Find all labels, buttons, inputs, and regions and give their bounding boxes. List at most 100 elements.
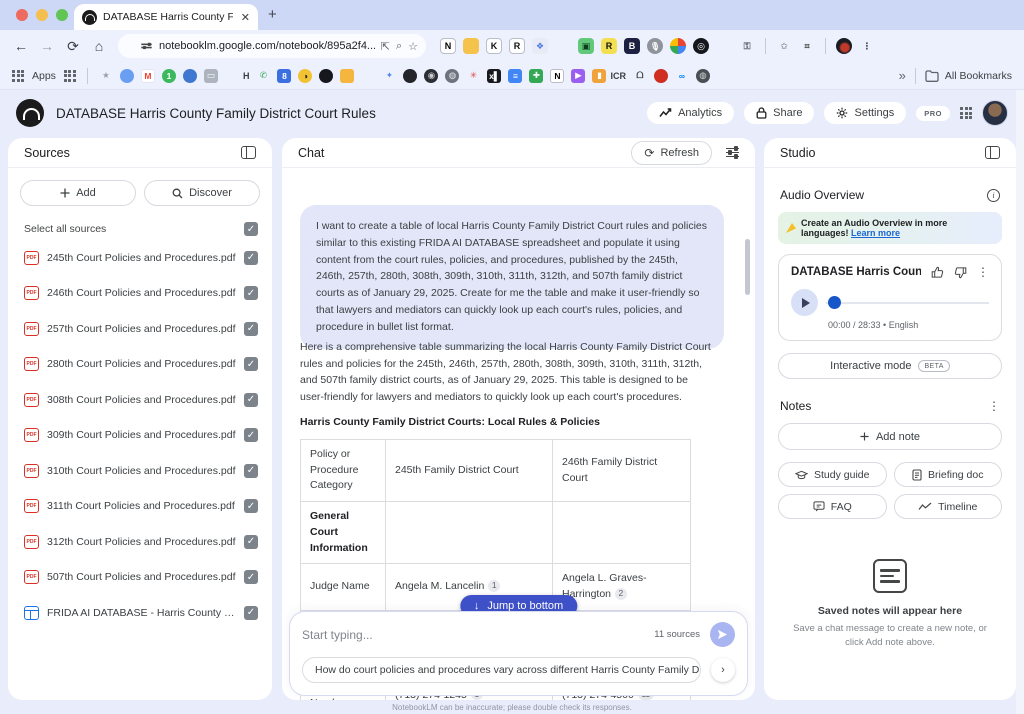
chat-scrollbar[interactable]	[745, 239, 750, 295]
robot-icon[interactable]: ᗝ	[633, 69, 647, 83]
analytics-button[interactable]: Analytics	[647, 102, 734, 124]
drive-icon[interactable]	[555, 38, 571, 54]
collapse-panel-icon[interactable]	[241, 146, 256, 159]
profile-avatar-icon[interactable]	[836, 38, 852, 54]
notebooklm-logo-icon[interactable]	[16, 99, 44, 127]
star-sparkle-icon[interactable]: ✩	[776, 38, 792, 54]
cloud-blue-icon[interactable]	[120, 69, 134, 83]
minimize-window-button[interactable]	[36, 9, 48, 21]
dark-circle2-icon[interactable]: ◉	[424, 69, 438, 83]
new-tab-button[interactable]: +	[268, 6, 277, 23]
next-suggestion-button[interactable]: ›	[711, 658, 735, 682]
play-purple-icon[interactable]: ▶	[571, 69, 585, 83]
ext-red-triangle-icon[interactable]	[716, 38, 732, 54]
home-icon[interactable]: ⌂	[88, 38, 110, 54]
select-all-checkbox[interactable]: ✓	[244, 222, 258, 236]
gmail-icon[interactable]: M	[141, 69, 155, 83]
tab-close-icon[interactable]: ✕	[241, 11, 250, 24]
voice-icon[interactable]: ✆	[256, 69, 270, 83]
ext-green-icon[interactable]: ▣	[578, 38, 594, 54]
settings-button[interactable]: Settings	[824, 102, 906, 124]
bookmark-star-icon[interactable]: ☆	[408, 40, 418, 53]
maximize-window-button[interactable]	[56, 9, 68, 21]
source-row[interactable]: PDF 245th Court Policies and Procedures.…	[8, 240, 272, 276]
briefing-doc-button[interactable]: Briefing doc	[894, 462, 1003, 487]
source-row[interactable]: PDF 309th Court Policies and Procedures.…	[8, 418, 272, 454]
docs-blue-icon[interactable]: ≡	[508, 69, 522, 83]
site-settings-icon[interactable]	[141, 44, 151, 48]
source-checkbox[interactable]: ✓	[244, 570, 258, 584]
puzzle-icon[interactable]: ⚿	[739, 38, 755, 54]
notebook-title[interactable]: DATABASE Harris County Family District C…	[56, 106, 376, 121]
source-row[interactable]: PDF 246th Court Policies and Procedures.…	[8, 276, 272, 312]
ext-dark-circle-icon[interactable]: ◎	[693, 38, 709, 54]
chat-gray-icon[interactable]: ▭	[204, 69, 218, 83]
apps-grid-icon[interactable]	[12, 70, 24, 82]
thumbs-down-icon[interactable]	[954, 266, 967, 279]
audio-progress-track[interactable]	[826, 296, 989, 310]
send-to-device-icon[interactable]: ⇱	[381, 40, 390, 53]
globe-gray-icon[interactable]: ◍	[445, 69, 459, 83]
forward-icon[interactable]: →	[36, 38, 58, 54]
window-controls[interactable]	[16, 9, 68, 21]
suggested-question-chip[interactable]: How do court policies and procedures var…	[302, 657, 701, 683]
source-row[interactable]: PDF 507th Court Policies and Procedures.…	[8, 560, 272, 596]
source-checkbox[interactable]: ✓	[244, 428, 258, 442]
back-icon[interactable]: ←	[10, 38, 32, 54]
citation-chip[interactable]: 2	[615, 588, 627, 600]
ext-b-dark-icon[interactable]: B	[624, 38, 640, 54]
green-one-icon[interactable]: 1	[162, 69, 176, 83]
apps-label[interactable]: Apps	[32, 70, 56, 82]
browser-tab[interactable]: DATABASE Harris County Fam ✕	[74, 4, 258, 30]
interactive-mode-button[interactable]: Interactive mode BETA	[778, 353, 1002, 379]
notes-menu-icon[interactable]: ⋮	[988, 399, 1000, 413]
ext-r-icon[interactable]: R	[509, 38, 525, 54]
chat-input[interactable]	[302, 628, 644, 642]
window-scrollbar[interactable]	[1016, 90, 1024, 714]
source-checkbox[interactable]: ✓	[244, 499, 258, 513]
mic-icon[interactable]: 🎙	[647, 38, 663, 54]
source-row[interactable]: PDF 280th Court Policies and Procedures.…	[8, 347, 272, 383]
blue-eight-icon[interactable]: 8	[277, 69, 291, 83]
notion-bm-icon[interactable]: N	[550, 69, 564, 83]
notion-icon[interactable]: N	[440, 38, 456, 54]
reload-icon[interactable]: ⟳	[62, 38, 84, 55]
thumbs-up-icon[interactable]	[931, 266, 944, 279]
address-bar[interactable]: notebooklm.google.com/notebook/895a2f4..…	[118, 34, 426, 58]
refresh-button[interactable]: ⟳ Refresh	[631, 141, 712, 165]
share-button[interactable]: Share	[744, 102, 814, 124]
cloud-dark-icon[interactable]	[183, 69, 197, 83]
excel-dark-icon[interactable]: x▌	[487, 69, 501, 83]
ext-yellow-icon[interactable]	[463, 38, 479, 54]
source-checkbox[interactable]: ✓	[244, 251, 258, 265]
study-guide-button[interactable]: Study guide	[778, 462, 887, 487]
bookmarks-overflow-icon[interactable]: »	[899, 68, 906, 83]
learn-more-link[interactable]: Learn more	[851, 228, 900, 238]
red-circle-icon[interactable]	[654, 69, 668, 83]
info-icon[interactable]: i	[987, 189, 1000, 202]
add-note-button[interactable]: Add note	[778, 423, 1002, 450]
meta-icon[interactable]: ∞	[675, 69, 689, 83]
close-window-button[interactable]	[16, 9, 28, 21]
source-checkbox[interactable]: ✓	[244, 464, 258, 478]
zoom-icon[interactable]: ⌕	[396, 40, 402, 53]
cast-star-icon[interactable]: ❖	[532, 38, 548, 54]
amber-icon[interactable]	[340, 69, 354, 83]
add-source-button[interactable]: Add	[20, 180, 136, 206]
sparkle-blue-icon[interactable]: ✦	[382, 69, 396, 83]
url-text[interactable]: notebooklm.google.com/notebook/895a2f4..…	[159, 40, 375, 52]
photos-icon[interactable]	[670, 38, 686, 54]
source-checkbox[interactable]: ✓	[244, 322, 258, 336]
timeline-button[interactable]: Timeline	[894, 494, 1003, 519]
play-button[interactable]	[791, 289, 818, 316]
drive-h-icon[interactable]	[225, 69, 239, 83]
ext-r-yellow-icon[interactable]: R	[601, 38, 617, 54]
star-bookmark-icon[interactable]: ★	[99, 69, 113, 83]
faq-button[interactable]: FAQ	[778, 494, 887, 519]
all-bookmarks-label[interactable]: All Bookmarks	[945, 70, 1012, 82]
source-row[interactable]: PDF 310th Court Policies and Procedures.…	[8, 453, 272, 489]
dark-circle1-icon[interactable]	[403, 69, 417, 83]
red-burst-icon[interactable]: ✳	[466, 69, 480, 83]
source-checkbox[interactable]: ✓	[244, 606, 258, 620]
source-checkbox[interactable]: ✓	[244, 286, 258, 300]
